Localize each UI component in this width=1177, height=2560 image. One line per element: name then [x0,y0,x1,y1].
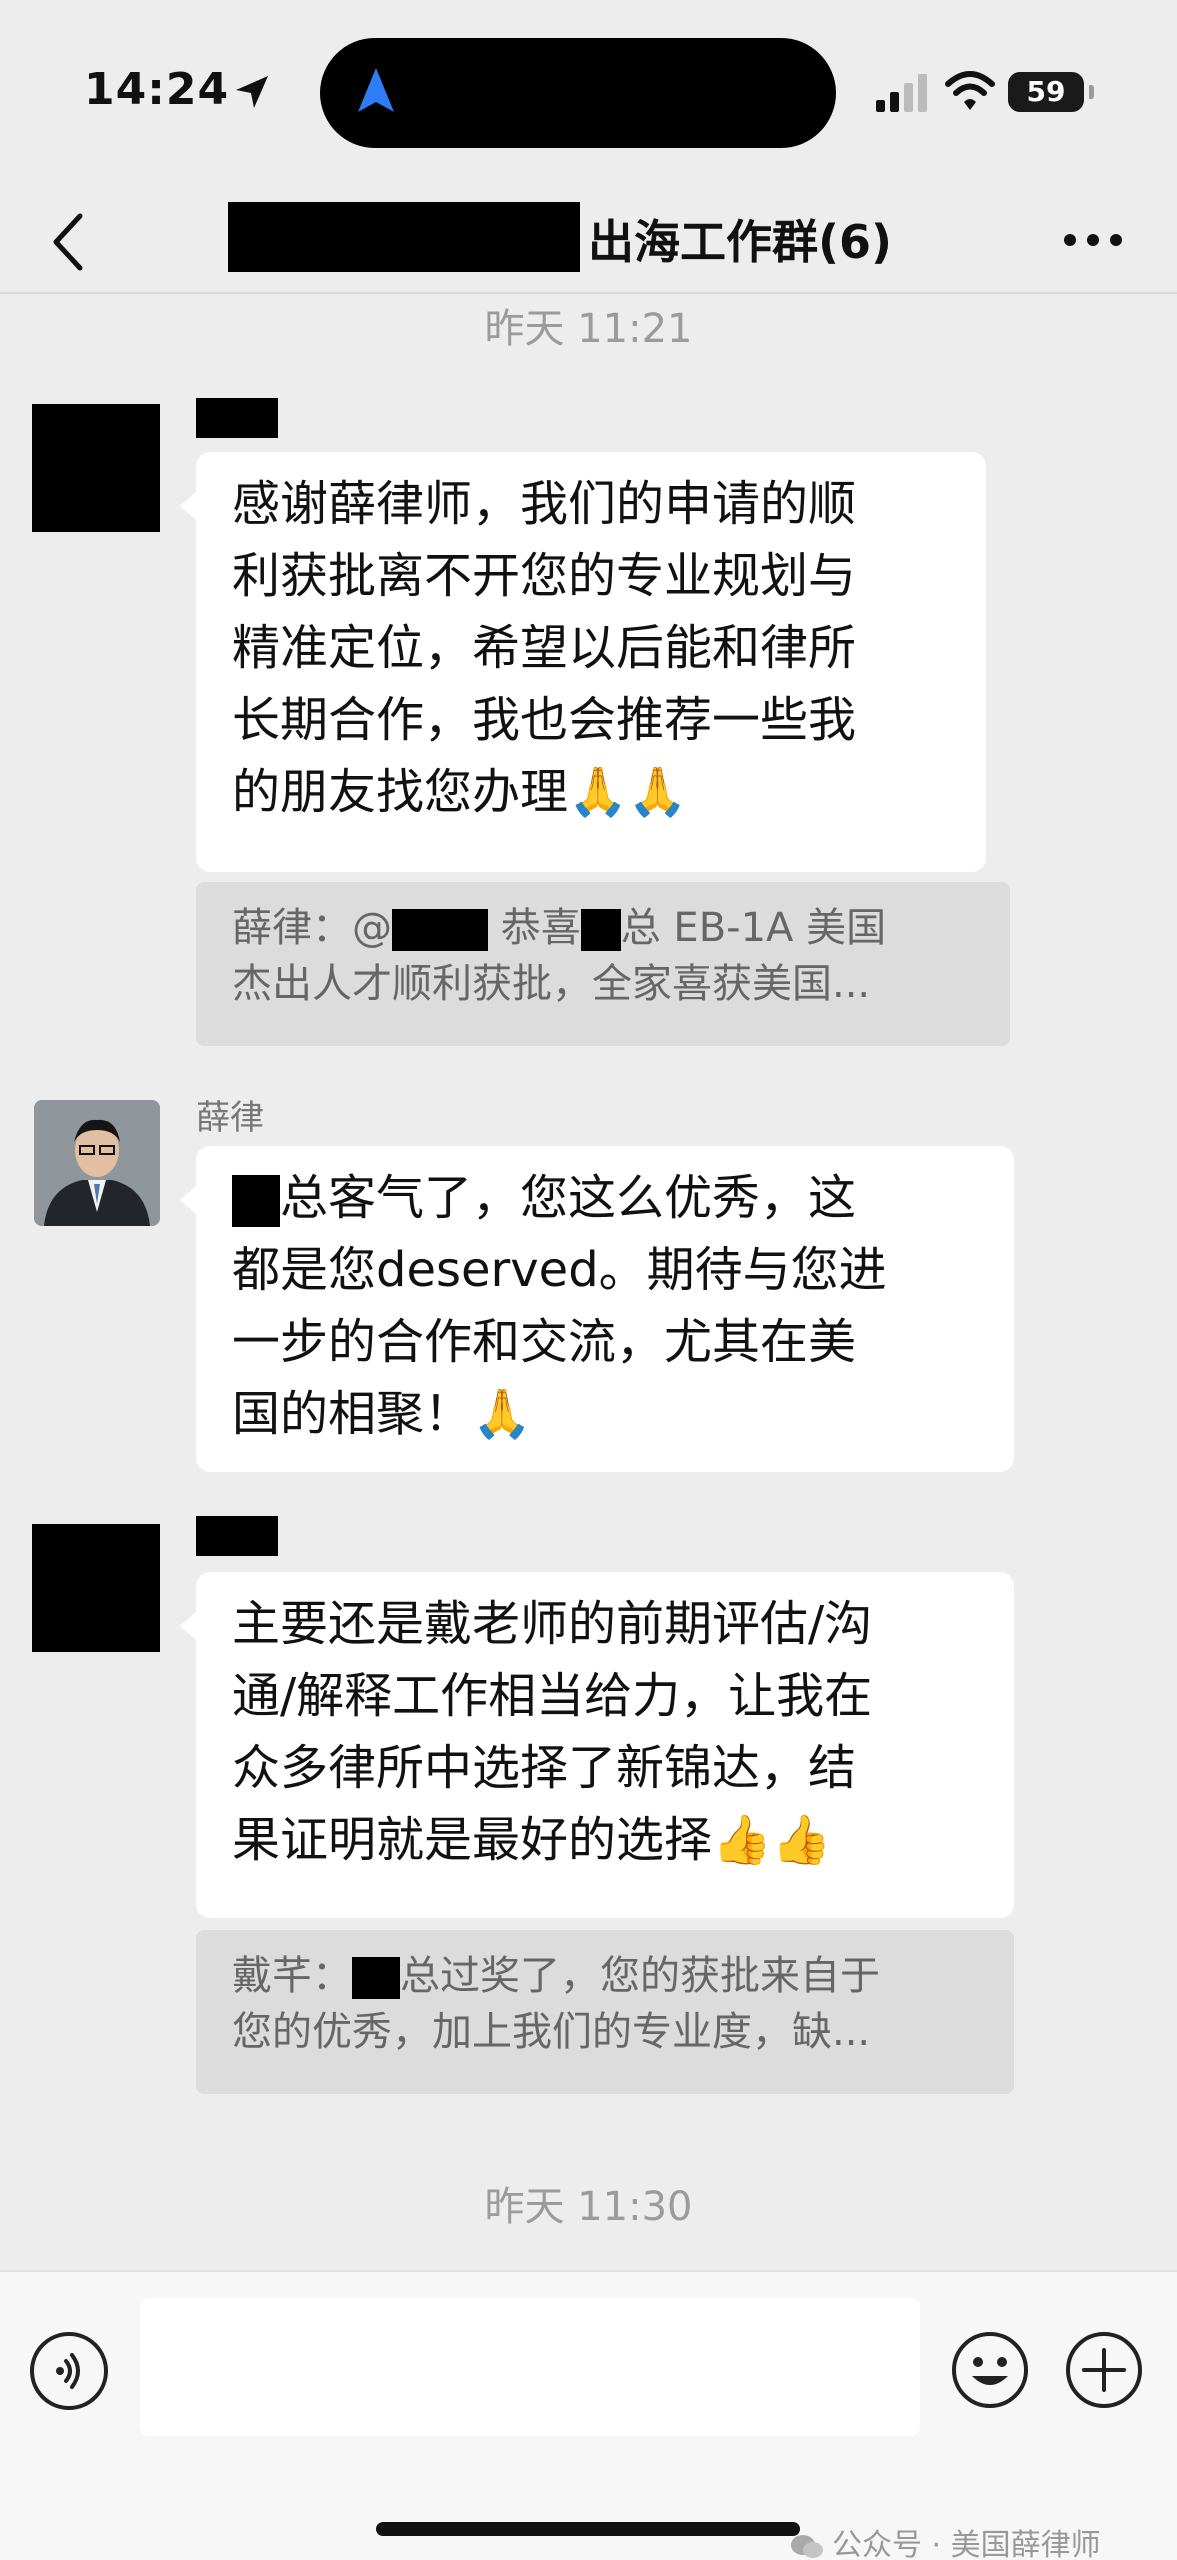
watermark: 公众号 · 美国薛律师 [790,2520,1101,2560]
chat-title: 出海工作群(6) [588,215,893,269]
name-redaction [392,909,488,951]
voice-icon [56,2353,80,2389]
avatar-lawyer[interactable] [34,1100,160,1226]
message-line: 利获批离不开您的专业规划与 [232,548,857,604]
message-timestamp: 昨天 11:21 [484,306,693,352]
status-bar: 14:24 59 [0,0,1177,190]
message-line: 国的相聚！🙏 [232,1386,532,1442]
more-icon[interactable] [1058,220,1128,260]
message-timestamp: 昨天 11:30 [484,2184,693,2230]
message-line: 都是您deserved。期待与您进 [232,1242,887,1298]
sender-name-redacted [196,1516,278,1556]
quote-line: 杰出人才顺利获批，全家喜获美国... [232,961,871,1007]
navigation-icon [358,68,394,112]
message-bubble[interactable]: 主要还是戴老师的前期评估/沟 通/解释工作相当给力，让我在 众多律所中选择了新锦… [180,1572,1014,1918]
message-line: 精准定位，希望以后能和律所 [232,620,857,676]
message-line: 果证明就是最好的选择👍👍 [232,1812,832,1868]
message-line: 通/解释工作相当给力，让我在 [232,1668,873,1724]
quote-line: 您的优秀，加上我们的专业度，缺... [232,2009,871,2055]
back-icon[interactable] [44,210,94,274]
message-text: 总客气了，您这么优秀，这 [280,1170,857,1226]
quote-line: 薛律：@ 恭喜总 EB-1A 美国 [232,900,974,956]
quote-line: 戴芊： 总过奖了，您的获批来自于 [232,1948,978,2004]
plus-icon[interactable] [1064,2330,1144,2410]
message-line: 长期合作，我也会推荐一些我 [232,692,857,748]
battery-indicator: 59 [1008,72,1094,112]
quoted-message[interactable]: 薛律：@ 恭喜总 EB-1A 美国 杰出人才顺利获批，全家喜获美国... [196,882,1010,1046]
message-input[interactable] [140,2298,920,2436]
status-time: 14:24 [84,64,230,115]
location-arrow-icon [236,76,268,108]
message-bubble[interactable]: 感谢薛律师，我们的申请的顺 利获批离不开您的专业规划与 精准定位，希望以后能和律… [180,452,986,872]
avatar-redacted[interactable] [32,404,160,532]
voice-button[interactable] [30,2332,108,2410]
watermark-text: 公众号 · 美国薛律师 [832,2528,1101,2560]
wechat-icon [791,2534,823,2558]
home-indicator[interactable] [376,2522,800,2536]
dynamic-island [320,38,836,148]
message-line: 总客气了，您这么优秀，这 [232,1162,978,1234]
message-bubble[interactable]: 总客气了，您这么优秀，这 都是您deserved。期待与您进 一步的合作和交流，… [180,1146,1014,1472]
avatar-redacted[interactable] [32,1524,160,1652]
wifi-icon [945,71,995,110]
title-redaction [228,202,580,272]
quote-mid: 恭喜 [500,905,581,951]
message-line: 感谢薛律师，我们的申请的顺 [232,476,857,532]
message-line: 一步的合作和交流，尤其在美 [232,1314,857,1370]
sender-name: 薛律 [196,1098,264,1138]
name-redaction [232,1175,280,1227]
quote-suffix: 总过奖了，您的获批来自于 [400,1953,880,1999]
name-redaction [580,909,621,951]
quote-suffix: 总 EB-1A 美国 [620,905,887,951]
sender-name-redacted [196,398,278,438]
message-line: 众多律所中选择了新锦达，结 [232,1740,857,1796]
quote-prefix: 薛律：@ [232,905,392,951]
message-line: 的朋友找您办理🙏🙏 [232,764,688,820]
input-bar [0,2270,1177,2560]
battery-level: 59 [1026,75,1066,108]
chat-header: 出海工作群(6) [0,190,1177,294]
quote-prefix: 戴芊： [232,1953,352,1999]
quoted-message[interactable]: 戴芊： 总过奖了，您的获批来自于 您的优秀，加上我们的专业度，缺... [196,1930,1014,2094]
message-line: 主要还是戴老师的前期评估/沟 [232,1596,873,1652]
emoji-icon[interactable] [950,2330,1030,2410]
signal-icon [876,74,927,112]
name-redaction [352,1957,400,1999]
